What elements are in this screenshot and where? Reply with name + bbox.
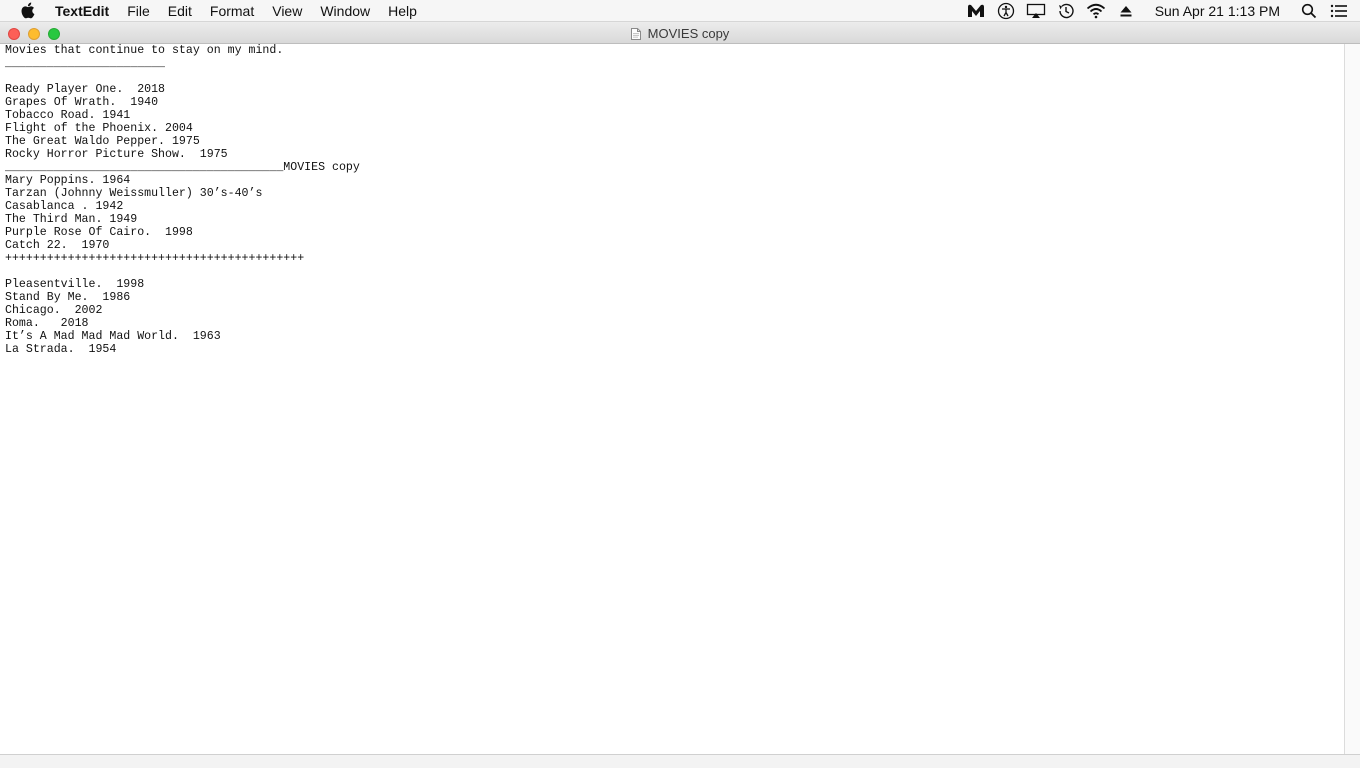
document-line: Pleasentville. 1998 (5, 278, 145, 291)
wifi-icon[interactable] (1085, 0, 1107, 22)
airplay-icon[interactable] (1025, 0, 1047, 22)
vertical-scrollbar[interactable] (1344, 44, 1360, 754)
menu-window[interactable]: Window (311, 0, 379, 22)
menu-bar: TextEdit File Edit Format View Window He… (0, 0, 1360, 22)
window-titlebar[interactable]: MOVIES copy (0, 23, 1360, 44)
document-line: Rocky Horror Picture Show. 1975 (5, 148, 228, 161)
time-machine-icon[interactable] (1055, 0, 1077, 22)
window-title: MOVIES copy (647, 26, 730, 41)
menu-app-name[interactable]: TextEdit (46, 0, 118, 22)
menu-edit[interactable]: Edit (159, 0, 201, 22)
apple-menu-icon[interactable] (18, 2, 36, 20)
menu-extras: Sun Apr 21 1:13 PM (961, 0, 1360, 22)
document-line: Flight of the Phoenix. 2004 (5, 122, 193, 135)
document-line: Ready Player One. 2018 (5, 83, 166, 96)
accessibility-icon[interactable] (995, 0, 1017, 22)
document-line: Tobacco Road. 1941 (5, 109, 131, 122)
textedit-window: MOVIES copy Movies that continue to stay… (0, 23, 1360, 768)
document-line: Roma. 2018 (5, 317, 89, 330)
document-line: The Third Man. 1949 (5, 213, 138, 226)
document-line: Chicago. 2002 (5, 304, 103, 317)
document-line: Casablanca . 1942 (5, 200, 124, 213)
document-line: Movies that continue to stay on my mind. (5, 44, 284, 57)
menu-file[interactable]: File (118, 0, 159, 22)
window-bottom-edge (0, 754, 1360, 768)
document-line: Purple Rose Of Cairo. 1998 (5, 226, 193, 239)
document-line: Stand By Me. 1986 (5, 291, 131, 304)
eject-icon[interactable] (1115, 0, 1137, 22)
document-line: Tarzan (Johnny Weissmuller) 30’s-40’s (5, 187, 263, 200)
window-title-wrap: MOVIES copy (0, 23, 1360, 44)
menu-format[interactable]: Format (201, 0, 263, 22)
document-line: Catch 22. 1970 (5, 239, 110, 252)
spotlight-search-icon[interactable] (1298, 0, 1320, 22)
menu-help[interactable]: Help (379, 0, 426, 22)
document-line: The Great Waldo Pepper. 1975 (5, 135, 200, 148)
document-line: Mary Poppins. 1964 (5, 174, 131, 187)
document-line: Grapes Of Wrath. 1940 (5, 96, 159, 109)
document-icon[interactable] (630, 27, 641, 40)
notification-center-icon[interactable] (1328, 0, 1350, 22)
menu-view[interactable]: View (263, 0, 311, 22)
document-line: ________________________________________… (5, 161, 360, 174)
document-line: La Strada. 1954 (5, 343, 117, 356)
document-line: ++++++++++++++++++++++++++++++++++++++++… (5, 252, 305, 265)
malwarebytes-icon[interactable] (965, 0, 987, 22)
document-line: It’s A Mad Mad Mad World. 1963 (5, 330, 221, 343)
menu-clock[interactable]: Sun Apr 21 1:13 PM (1155, 3, 1280, 19)
document-text-area[interactable]: Movies that continue to stay on my mind.… (0, 44, 1344, 754)
document-line: _______________________ (5, 57, 166, 70)
